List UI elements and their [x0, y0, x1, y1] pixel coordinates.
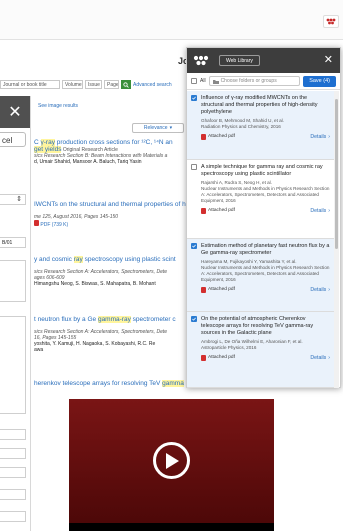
web-library-logo-icon — [326, 18, 336, 25]
reference-title: A simple technique for gamma ray and cos… — [201, 164, 323, 177]
reference-checkbox[interactable] — [191, 243, 197, 249]
volume-input[interactable]: Volume — [62, 80, 83, 89]
result-item[interactable]: t neutron flux by a Ge gamma-ray spectro… — [34, 316, 186, 353]
web-library-popup: Web Library ✕ All Choose folders or grou… — [186, 47, 341, 388]
result-title-line2[interactable]: get yields Original Research Article — [34, 146, 186, 153]
browser-toolbar — [0, 0, 343, 40]
search-go-button[interactable] — [121, 80, 131, 89]
reference-source: Nuclear Instruments and Methods in Physi… — [201, 185, 330, 203]
popup-header: Web Library ✕ — [187, 48, 340, 73]
save-button[interactable]: Save (4) — [303, 75, 336, 87]
chevron-right-icon: › — [328, 207, 330, 214]
select-all-checkbox[interactable] — [191, 78, 197, 84]
filter-side-panel: ✕ cel ⇕ B/01 — [0, 96, 31, 531]
issue-input[interactable]: Issue — [85, 80, 102, 89]
result-item[interactable]: y and cosmic ray spectroscopy using plas… — [34, 256, 186, 287]
result-item[interactable]: IWCNTs on the structural and thermal pro… — [34, 201, 186, 228]
see-image-results-link[interactable]: See image results — [38, 103, 78, 109]
pdf-icon — [201, 354, 206, 361]
search-icon — [123, 81, 129, 88]
chevron-right-icon: › — [328, 133, 330, 140]
check-icon — [192, 96, 196, 100]
chevron-right-icon: › — [328, 354, 330, 361]
attached-pdf-indicator: Attached pdf — [201, 286, 235, 293]
video-player[interactable] — [69, 399, 274, 531]
popup-scrollbar[interactable] — [334, 91, 339, 388]
pdf-icon — [201, 133, 206, 140]
reference-card[interactable]: Estimation method of planetary fast neut… — [187, 239, 334, 312]
scrollbar-thumb[interactable] — [335, 99, 338, 249]
reference-title: Influence of γ-ray modified MWCNTs on th… — [201, 95, 318, 115]
input-field[interactable] — [0, 429, 26, 440]
folder-icon — [212, 79, 219, 84]
web-library-extension-button[interactable] — [323, 15, 339, 28]
list-box[interactable] — [0, 316, 26, 414]
result-authors-line2: awa — [34, 347, 44, 353]
result-authors: d, Umair Shahid, Mansoor A. Baluch, Tari… — [34, 159, 142, 165]
result-title[interactable]: IWCNTs on the structural and thermal pro… — [34, 201, 186, 208]
reference-card[interactable]: Influence of γ-ray modified MWCNTs on th… — [187, 91, 334, 160]
check-icon — [192, 244, 196, 248]
reference-checkbox[interactable] — [191, 316, 197, 322]
web-library-logo-icon — [193, 55, 209, 66]
chevron-down-icon: ▾ — [169, 125, 173, 131]
result-authors: Himangshu Neog, S. Biswas, S. Mahapatra,… — [34, 281, 156, 287]
chevron-right-icon: › — [328, 286, 330, 293]
close-panel-button[interactable]: ✕ — [0, 96, 30, 128]
input-field[interactable] — [0, 489, 26, 500]
select-arrows-icon: ⇕ — [16, 196, 22, 203]
reference-source: Radiation Physics and Chemistry, 2016 — [201, 123, 281, 129]
sort-relevance-button[interactable]: Relevance ▾ — [132, 123, 184, 133]
input-field[interactable] — [0, 448, 26, 459]
pdf-icon — [201, 207, 206, 214]
close-icon: ✕ — [323, 54, 333, 66]
result-title[interactable]: t neutron flux by a Ge gamma-ray spectro… — [34, 316, 186, 323]
result-item[interactable]: herenkov telescope arrays for resolving … — [34, 380, 186, 387]
pdf-link[interactable]: PDF (739 K) — [34, 220, 186, 228]
advanced-search-link[interactable]: Advanced search — [133, 82, 172, 88]
pdf-icon — [201, 286, 206, 293]
close-popup-button[interactable]: ✕ — [324, 53, 333, 66]
result-title[interactable]: y and cosmic ray spectroscopy using plas… — [34, 256, 186, 263]
reference-title: On the potential of atmospheric Cherenko… — [201, 316, 314, 336]
details-link[interactable]: Details › — [310, 355, 330, 361]
popup-toolbar: All Choose folders or groups Save (4) — [187, 73, 340, 90]
details-link[interactable]: Details › — [310, 287, 330, 293]
attached-pdf-indicator: Attached pdf — [201, 133, 235, 140]
reference-checkbox[interactable] — [191, 164, 197, 170]
check-icon — [192, 317, 196, 321]
quick-search-bar: Journal or book title Volume Issue Page … — [0, 79, 172, 90]
journal-title-input[interactable]: Journal or book title — [0, 80, 60, 89]
folder-select-dropdown[interactable]: Choose folders or groups — [208, 76, 301, 86]
result-item[interactable]: C γ-ray production cross sections for ¹²… — [34, 139, 186, 165]
reference-checkbox[interactable] — [191, 95, 197, 101]
reference-card[interactable]: On the potential of atmospheric Cherenko… — [187, 312, 334, 388]
page-input[interactable]: Page — [104, 80, 119, 89]
tab-web-library[interactable]: Web Library — [219, 55, 260, 66]
text-area[interactable] — [0, 260, 26, 302]
result-title[interactable]: C γ-ray production cross sections for ¹²… — [34, 139, 186, 146]
select-all-label: All — [200, 78, 206, 84]
reference-list: Influence of γ-ray modified MWCNTs on th… — [187, 91, 334, 388]
close-icon: ✕ — [8, 104, 22, 121]
details-link[interactable]: Details › — [310, 134, 330, 140]
attached-pdf-indicator: Attached pdf — [201, 354, 235, 361]
video-controls-bar — [69, 523, 274, 531]
reference-source: Nuclear Instruments and Methods in Physi… — [201, 264, 330, 282]
cancel-button[interactable]: cel — [0, 132, 26, 147]
date-field[interactable]: B/01 — [0, 237, 26, 248]
attached-pdf-indicator: Attached pdf — [201, 207, 235, 214]
play-button[interactable] — [153, 442, 190, 479]
pdf-icon — [34, 220, 39, 226]
input-field[interactable] — [0, 467, 26, 478]
reference-title: Estimation method of planetary fast neut… — [201, 243, 330, 256]
sort-label: Relevance — [143, 125, 168, 131]
play-icon — [165, 452, 179, 469]
reference-card[interactable]: A simple technique for gamma ray and cos… — [187, 160, 334, 239]
input-field[interactable] — [0, 511, 26, 522]
details-link[interactable]: Details › — [310, 208, 330, 214]
select-field[interactable]: ⇕ — [0, 194, 26, 205]
reference-source: Astroparticle Physics, 2016 — [201, 344, 257, 350]
result-title[interactable]: herenkov telescope arrays for resolving … — [34, 380, 186, 387]
